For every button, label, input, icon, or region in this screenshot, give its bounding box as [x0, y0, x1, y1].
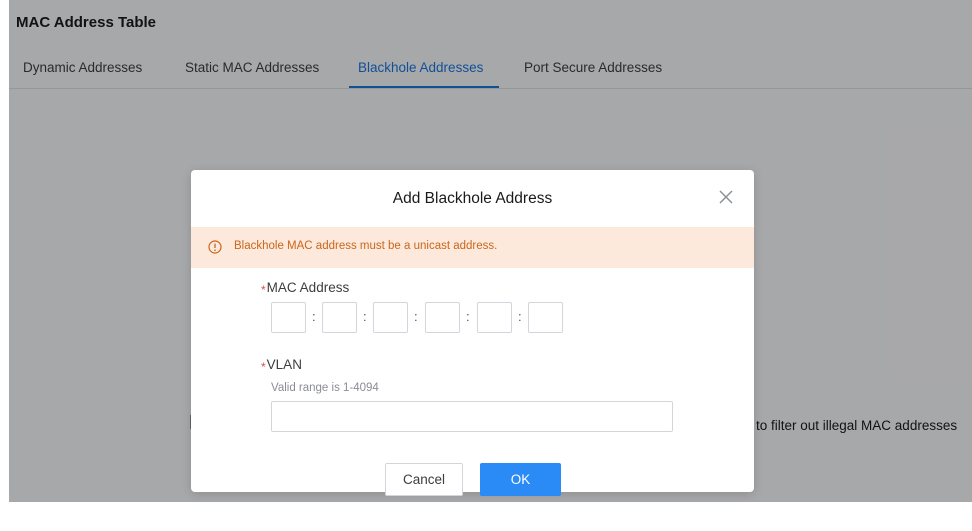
dialog-title: Add Blackhole Address	[392, 190, 553, 207]
frame-left-strip	[0, 0, 9, 531]
close-icon[interactable]	[717, 188, 735, 206]
info-circle-icon	[208, 240, 222, 254]
required-marker: *	[261, 283, 266, 297]
mac-segment-input[interactable]	[477, 302, 512, 333]
alert-message: Blackhole MAC address must be a unicast …	[234, 240, 498, 252]
vlan-label-text: VLAN	[266, 357, 302, 372]
mac-separator: :	[312, 309, 316, 324]
mac-segment-input[interactable]	[322, 302, 357, 333]
warning-alert: Blackhole MAC address must be a unicast …	[191, 227, 754, 268]
mac-segment-input[interactable]	[528, 302, 563, 333]
cancel-button[interactable]: Cancel	[385, 463, 463, 496]
mac-segment-input[interactable]	[373, 302, 408, 333]
vlan-input[interactable]	[271, 401, 673, 432]
add-blackhole-address-dialog: Add Blackhole Address Blackhole MAC addr…	[191, 170, 754, 496]
vlan-hint: Valid range is 1-4094	[271, 382, 379, 394]
mac-separator: :	[466, 309, 470, 324]
mac-separator: :	[414, 309, 418, 324]
mac-address-label: *MAC Address	[261, 280, 350, 297]
mac-address-label-text: MAC Address	[266, 280, 350, 295]
ok-button[interactable]: OK	[480, 463, 561, 496]
mac-separator: :	[363, 309, 367, 324]
mac-segment-input[interactable]	[271, 302, 306, 333]
required-marker: *	[261, 360, 266, 374]
vlan-label: *VLAN	[261, 357, 302, 374]
mac-segment-input[interactable]	[425, 302, 460, 333]
frame-bottom-strip	[0, 502, 972, 531]
mac-separator: :	[518, 309, 522, 324]
